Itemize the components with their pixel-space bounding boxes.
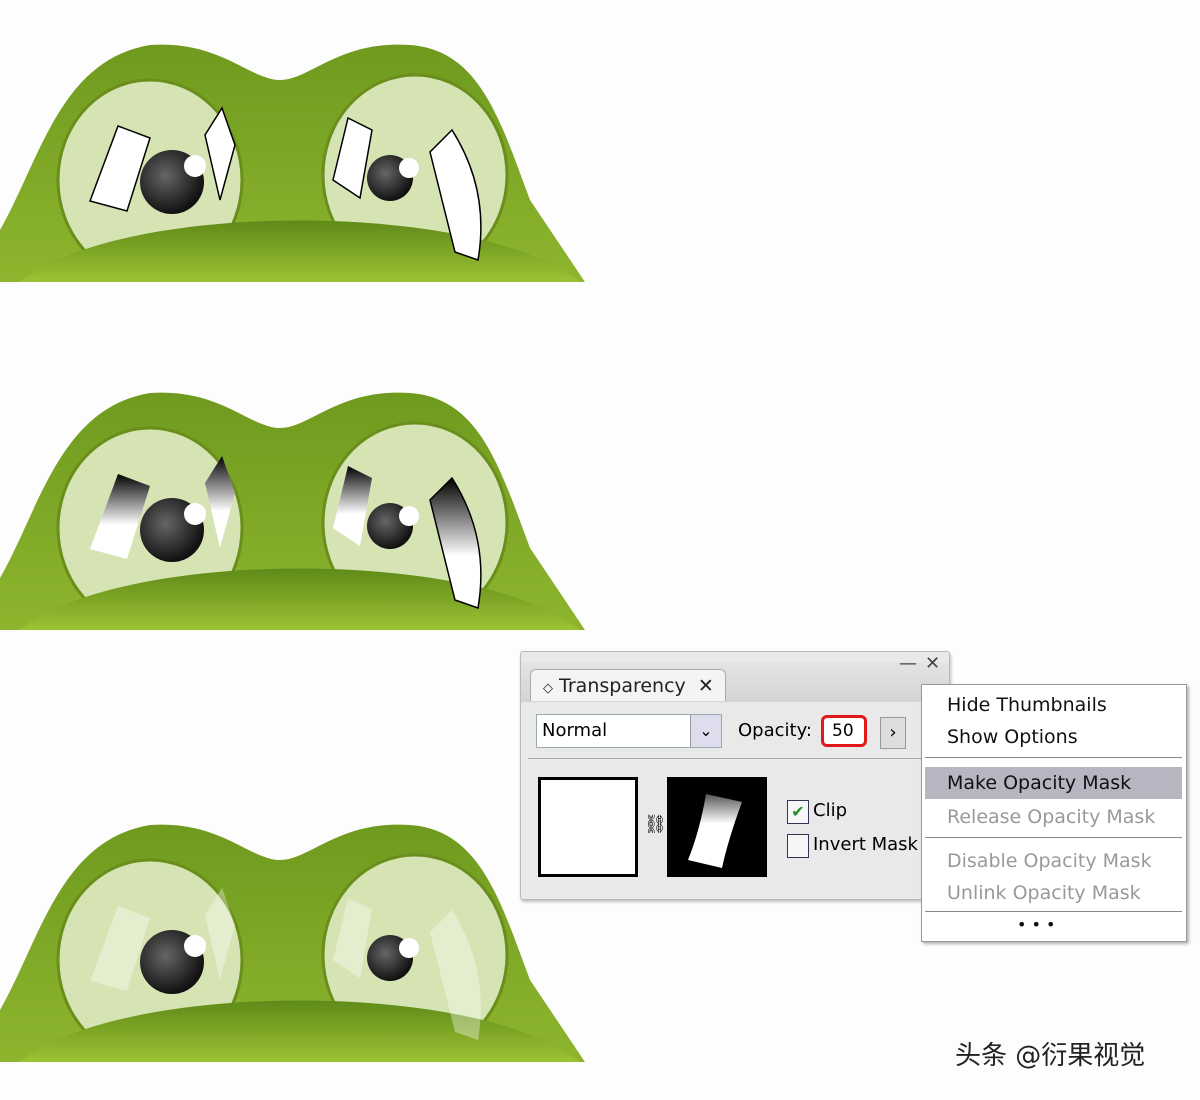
invert-mask-checkbox[interactable] [787, 834, 809, 858]
artwork-thumbnail[interactable] [538, 777, 638, 877]
divider [528, 758, 942, 759]
menu-item-release-opacity-mask[interactable]: Release Opacity Mask [922, 801, 1186, 833]
tab-transparency[interactable]: ◇ Transparency ✕ [530, 669, 726, 701]
opacity-slider-button[interactable]: › [880, 717, 906, 749]
transparency-panel: — ✕ ◇ Transparency ✕ Normal ⌄ Opacity: 5… [520, 651, 950, 900]
opacity-input[interactable]: 50 [821, 715, 867, 747]
watermark: 头条 @衍果视觉 [955, 1041, 1146, 1071]
menu-more-items[interactable]: • • • [922, 909, 1186, 941]
menu-item-disable-opacity-mask[interactable]: Disable Opacity Mask [922, 845, 1186, 877]
blend-mode-value: Normal [542, 720, 608, 741]
frog-illustration-step-1 [0, 0, 600, 285]
menu-item-show-options[interactable]: Show Options [922, 721, 1186, 753]
menu-divider [925, 837, 1182, 838]
menu-item-make-opacity-mask[interactable]: Make Opacity Mask [925, 767, 1182, 799]
invert-mask-label: Invert Mask [813, 834, 918, 855]
tab-label: Transparency [559, 675, 686, 697]
clip-checkbox[interactable]: ✔ [787, 800, 809, 824]
blend-mode-select[interactable]: Normal ⌄ [536, 714, 722, 748]
clip-label: Clip [813, 800, 847, 821]
link-icon[interactable]: ⛓ [644, 814, 667, 836]
opacity-label: Opacity: [738, 720, 812, 741]
close-button[interactable]: ✕ [925, 654, 940, 674]
mask-shape [688, 794, 742, 868]
frog-illustration-step-3 [0, 780, 600, 1065]
panel-flyout-menu: Hide Thumbnails Show Options Make Opacit… [921, 684, 1187, 942]
frog-illustration-step-2 [0, 348, 600, 633]
chevron-down-icon[interactable]: ⌄ [690, 715, 721, 747]
menu-item-hide-thumbnails[interactable]: Hide Thumbnails [922, 689, 1186, 721]
minimize-button[interactable]: — [899, 654, 917, 674]
tab-close-icon[interactable]: ✕ [698, 675, 714, 697]
menu-item-unlink-opacity-mask[interactable]: Unlink Opacity Mask [922, 877, 1186, 909]
diamond-icon: ◇ [543, 681, 553, 696]
menu-divider [925, 757, 1182, 758]
mask-thumbnail[interactable] [667, 777, 767, 877]
